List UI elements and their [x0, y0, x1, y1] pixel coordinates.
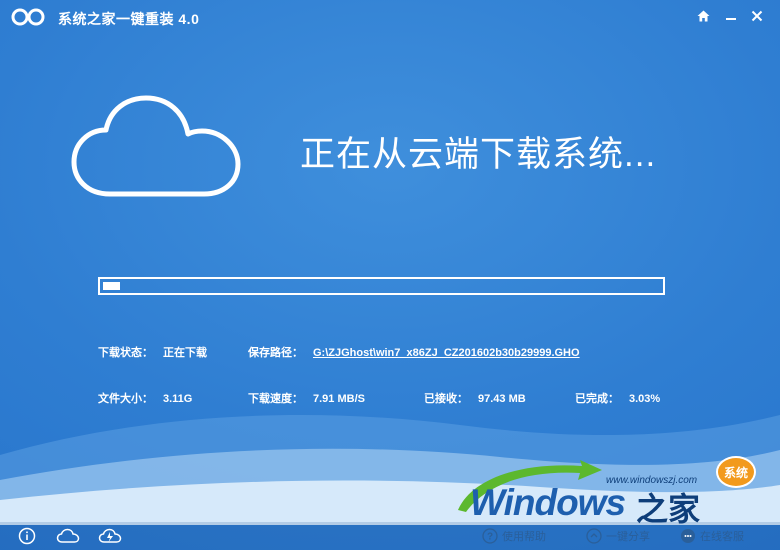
- minimize-icon: [726, 18, 736, 20]
- support-label: 在线客服: [700, 531, 744, 543]
- close-button[interactable]: [746, 6, 768, 26]
- share-icon: [586, 528, 602, 544]
- status-info: 下载状态： 正在下载: [98, 344, 207, 360]
- path-label: 保存路径：: [248, 347, 303, 359]
- download-progress-bar: [98, 277, 665, 295]
- cloud-icon: [71, 95, 241, 197]
- download-heading: 正在从云端下载系统...: [300, 135, 657, 174]
- status-label: 下载状态：: [98, 347, 153, 359]
- help-button[interactable]: ? 使用帮助: [482, 527, 546, 545]
- cloud-lightning-icon: [98, 528, 122, 543]
- footer-bar: ? 使用帮助 一键分享 在线客服: [0, 522, 780, 550]
- help-icon: ?: [482, 528, 498, 544]
- close-icon: [751, 10, 763, 22]
- speed-button[interactable]: [98, 527, 122, 545]
- share-button[interactable]: 一键分享: [586, 527, 650, 545]
- cloud-button[interactable]: [56, 527, 80, 545]
- home-icon: [697, 10, 709, 22]
- brand-windows-text: Windows: [470, 482, 626, 523]
- support-button[interactable]: 在线客服: [680, 527, 744, 545]
- svg-text:?: ?: [487, 532, 493, 543]
- info-icon: [18, 527, 36, 545]
- info-button[interactable]: [18, 527, 36, 545]
- progress-fill: [103, 282, 120, 290]
- chat-icon: [681, 529, 695, 543]
- status-value: 正在下载: [163, 347, 207, 359]
- app-logo-icon: [11, 8, 45, 26]
- help-label: 使用帮助: [502, 531, 546, 543]
- cloud-small-icon: [56, 528, 80, 543]
- installer-window: 系统之家一键重装 4.0 正在从云端下载系统... 下载状态： 正在下载 保存路…: [0, 0, 780, 550]
- title-bar: 系统之家一键重装 4.0: [0, 0, 780, 34]
- brand-badge: 系统: [716, 456, 756, 488]
- save-path-link[interactable]: G:\ZJGhost\win7_x86ZJ_CZ201602b30b29999.…: [313, 347, 580, 359]
- share-label: 一键分享: [606, 531, 650, 543]
- home-button[interactable]: [692, 6, 714, 26]
- path-info: 保存路径： G:\ZJGhost\win7_x86ZJ_CZ201602b30b2…: [248, 344, 580, 360]
- window-title: 系统之家一键重装 4.0: [58, 11, 200, 27]
- minimize-button[interactable]: [720, 6, 742, 26]
